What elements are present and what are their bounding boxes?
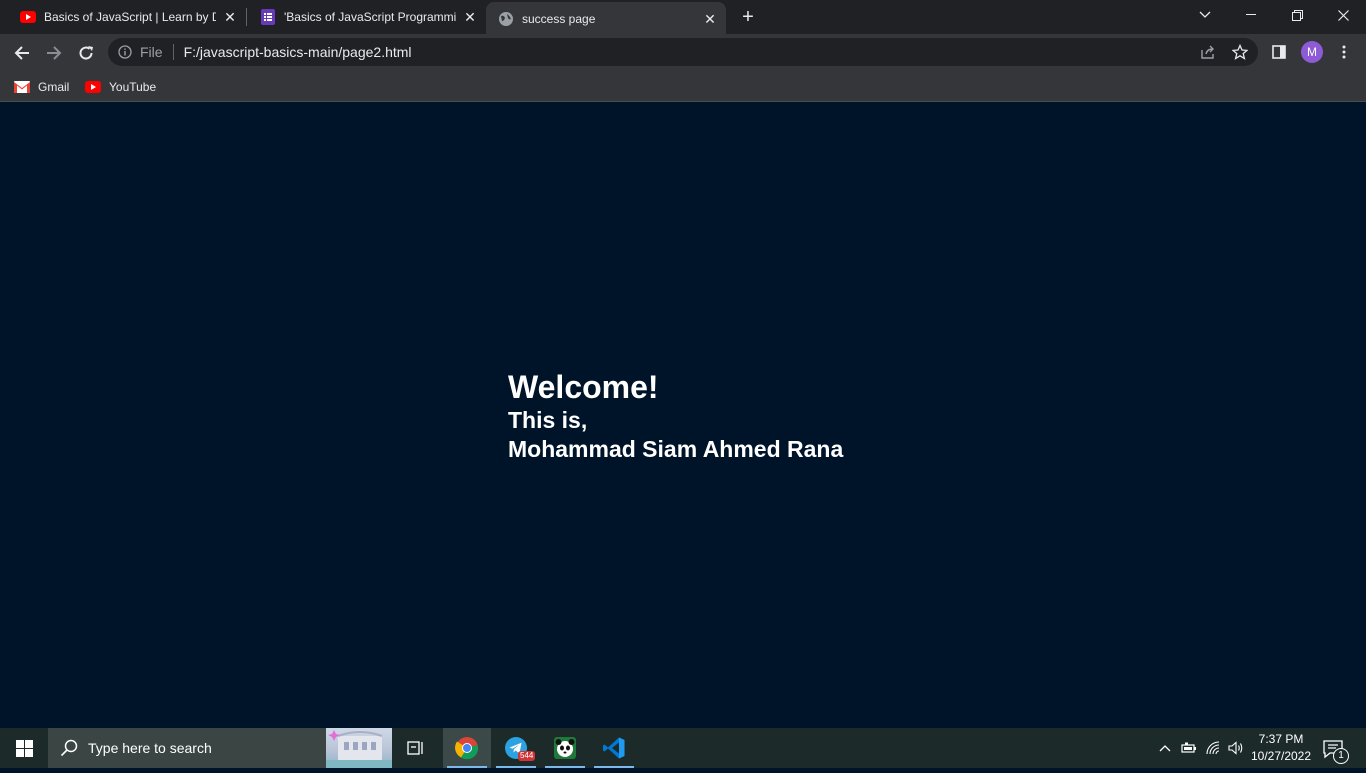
bookmarks-bar: Gmail YouTube [0,72,1366,102]
unread-badge: 544 [518,751,536,761]
reload-button[interactable] [71,38,101,68]
task-view-button[interactable] [392,728,440,768]
tab-title: Basics of JavaScript | Learn by Do [44,10,216,24]
youtube-icon [20,9,36,25]
restore-icon [1291,9,1303,21]
vscode-icon [603,737,625,759]
volume-control[interactable] [1226,738,1246,758]
tab-title: 'Basics of JavaScript Programmin [284,10,456,24]
windows-icon [15,739,33,757]
start-button[interactable] [0,728,48,768]
panda-icon [554,737,576,759]
welcome-heading: Welcome! [508,369,659,405]
tab-strip: Basics of JavaScript | Learn by Do ✕ 'Ba… [0,0,1366,36]
search-placeholder: Type here to search [88,740,212,756]
bookmark-label: YouTube [109,80,157,94]
tab-youtube[interactable]: Basics of JavaScript | Learn by Do ✕ [0,0,246,34]
bookmark-youtube[interactable]: YouTube [85,77,156,97]
network-status[interactable] [1203,738,1223,758]
search-highlight-image[interactable] [326,728,392,768]
arrow-right-icon [47,46,62,60]
new-tab-button[interactable]: + [736,5,760,29]
clock-time: 7:37 PM [1258,732,1304,746]
reload-icon [79,46,93,60]
taskbar-app-panda[interactable] [541,728,589,768]
profile-avatar[interactable]: M [1301,41,1323,63]
chevron-down-icon [1199,11,1211,18]
tab-success-page[interactable]: success page ✕ [486,2,726,36]
close-icon [1337,9,1349,21]
restore-button[interactable] [1274,0,1320,30]
tray-show-hidden[interactable] [1155,738,1175,758]
share-icon [1201,45,1214,59]
menu-button[interactable] [1334,42,1354,62]
bookmark-gmail[interactable]: Gmail [14,77,69,97]
url-scheme: File [140,44,163,60]
close-icon[interactable]: ✕ [462,9,478,25]
forward-button[interactable] [39,38,69,68]
taskbar-chrome[interactable] [443,728,491,768]
page-viewport: Welcome! This is, Mohammad Siam Ahmed Ra… [0,103,1366,728]
wifi-icon [1206,741,1220,755]
windows-taskbar: Type here to search 544 7:37 PM 10/27/20… [0,728,1366,768]
minimize-button[interactable] [1228,0,1274,30]
side-panel-icon [1272,45,1286,59]
share-button[interactable] [1198,42,1218,62]
clock-date: 10/27/2022 [1250,749,1312,763]
browser-toolbar: File F:/javascript-basics-main/page2.htm… [0,34,1366,72]
author-name: Mohammad Siam Ahmed Rana [508,436,844,462]
divider [172,44,174,60]
close-icon[interactable]: ✕ [222,9,238,25]
back-button[interactable] [7,38,37,68]
chevron-up-icon [1159,745,1171,752]
forms-icon [260,9,276,25]
gmail-icon [14,81,30,93]
tab-search-button[interactable] [1182,0,1228,30]
more-vert-icon [1342,45,1346,59]
bookmark-star-button[interactable] [1230,42,1250,62]
speaker-icon [1228,741,1243,755]
chrome-icon [455,737,479,760]
intro-text: This is, [508,407,588,433]
taskbar-telegram[interactable]: 544 [492,728,540,768]
search-icon [60,739,78,757]
address-bar[interactable]: File F:/javascript-basics-main/page2.htm… [108,38,1258,66]
task-view-icon [407,741,423,755]
tab-forms[interactable]: 'Basics of JavaScript Programmin ✕ [240,0,486,34]
battery-status[interactable] [1179,738,1199,758]
tab-title: success page [522,12,596,26]
globe-icon [498,11,514,27]
url-text[interactable]: F:/javascript-basics-main/page2.html [184,44,412,60]
star-icon [1232,44,1248,60]
taskbar-vscode[interactable] [590,728,638,768]
youtube-icon [85,81,101,93]
bookmark-label: Gmail [38,80,70,94]
side-panel-button[interactable] [1269,42,1289,62]
notification-count: 1 [1333,748,1349,764]
arrow-left-icon [14,46,29,60]
close-window-button[interactable] [1320,0,1366,30]
battery-icon [1181,742,1196,753]
info-icon [118,45,132,59]
minimize-icon [1246,14,1256,15]
system-clock[interactable]: 7:37 PM 10/27/2022 [1248,731,1314,765]
taskbar-search[interactable]: Type here to search [48,728,392,768]
close-icon[interactable]: ✕ [702,11,718,27]
